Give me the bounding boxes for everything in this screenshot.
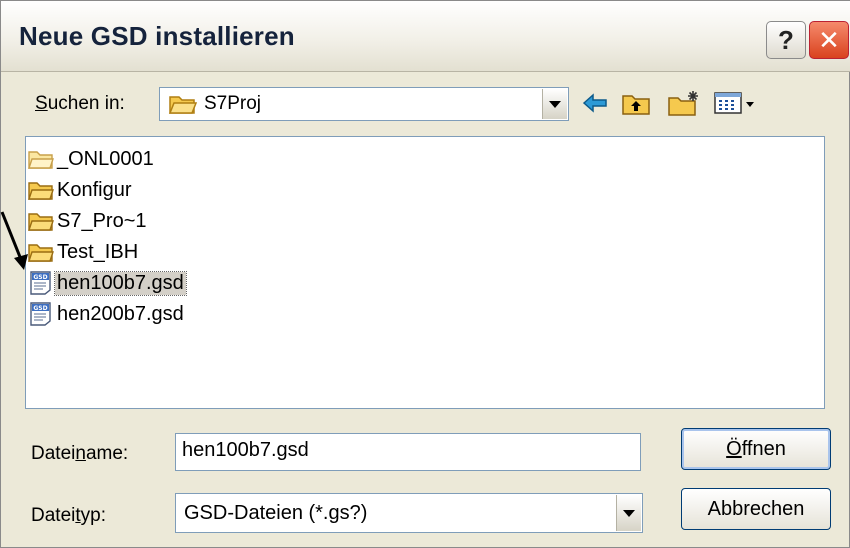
title-bar[interactable]: Neue GSD installieren ? ✕: [1, 1, 850, 72]
look-in-dropdown-button[interactable]: [542, 89, 567, 119]
annotation-arrow-icon: [0, 211, 28, 270]
help-button[interactable]: ?: [766, 21, 806, 59]
up-folder-icon: [622, 95, 650, 115]
filetype-label: Dateityp:: [31, 505, 106, 526]
close-icon: ✕: [818, 24, 840, 55]
look-in-value: S7Proj: [204, 93, 262, 114]
back-arrow-icon: [582, 93, 607, 113]
folder-open-icon: [168, 92, 198, 121]
list-item[interactable]: GSD hen200b7.gsd: [28, 300, 186, 328]
cancel-button[interactable]: Abbrechen: [681, 488, 831, 530]
view-menu-button[interactable]: [711, 89, 759, 117]
list-item[interactable]: GSD hen100b7.gsd: [28, 269, 187, 297]
filetype-dropdown-button[interactable]: [616, 495, 641, 531]
list-item[interactable]: Test_IBH: [28, 238, 140, 266]
chevron-down-icon: [623, 509, 635, 517]
svg-text:GSD: GSD: [33, 305, 47, 312]
up-folder-button[interactable]: [619, 89, 653, 117]
file-list[interactable]: _ONL0001 Konfigur S7_Pro~1 Test_IBH GSD …: [25, 136, 825, 409]
open-gsd-dialog: Neue GSD installieren ? ✕ Suchen in: S7P…: [0, 0, 850, 548]
new-folder-icon: [668, 91, 698, 116]
look-in-label: Suchen in:: [35, 93, 125, 114]
open-button[interactable]: Öffnen: [681, 428, 831, 470]
close-button[interactable]: ✕: [809, 21, 849, 59]
gsd-file-icon: GSD: [28, 302, 54, 326]
filename-field[interactable]: hen100b7.gsd: [175, 433, 641, 471]
list-item[interactable]: _ONL0001: [28, 145, 156, 173]
folder-icon: [28, 178, 54, 202]
back-button[interactable]: [579, 89, 611, 117]
list-item[interactable]: Konfigur: [28, 176, 134, 204]
filename-label: Dateiname:: [31, 443, 129, 464]
view-menu-icon: [714, 92, 754, 114]
filetype-value: GSD-Dateien (*.gs?): [184, 502, 368, 524]
list-item[interactable]: S7_Pro~1: [28, 207, 149, 235]
chevron-down-icon: [549, 100, 561, 108]
filetype-select[interactable]: GSD-Dateien (*.gs?): [175, 493, 643, 533]
help-icon: ?: [778, 24, 794, 55]
look-in-select[interactable]: S7Proj: [159, 87, 569, 121]
open-button-label: Öffnen: [726, 437, 786, 460]
dialog-title: Neue GSD installieren: [19, 21, 295, 51]
folder-open-icon: [28, 147, 54, 171]
new-folder-button[interactable]: [665, 89, 703, 117]
